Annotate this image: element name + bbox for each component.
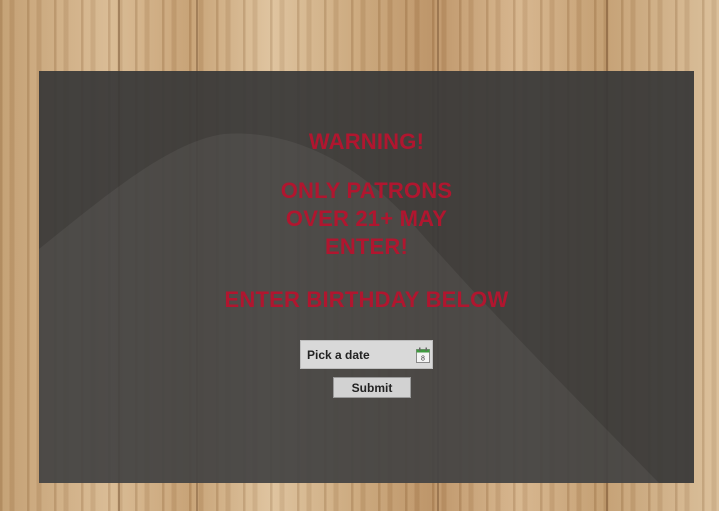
warning-title: WARNING! xyxy=(308,129,425,154)
birthday-date-picker[interactable]: Pick a date 8 xyxy=(300,340,433,369)
age-requirement-line: ONLY PATRONS xyxy=(280,178,453,203)
age-requirement-line: ENTER! xyxy=(324,234,409,259)
calendar-icon[interactable]: 8 xyxy=(416,347,430,363)
age-gate-panel: WARNING! ONLY PATRONS OVER 21+ MAY ENTER… xyxy=(39,71,694,483)
calendar-icon-day: 8 xyxy=(421,356,425,363)
birthday-instruction: ENTER BIRTHDAY BELOW xyxy=(224,287,509,312)
age-requirement-line: OVER 21+ MAY xyxy=(285,206,448,231)
age-requirement-text: ONLY PATRONS OVER 21+ MAY ENTER! xyxy=(39,177,694,261)
submit-button[interactable]: Submit xyxy=(333,377,411,398)
date-picker-placeholder: Pick a date xyxy=(307,348,370,362)
